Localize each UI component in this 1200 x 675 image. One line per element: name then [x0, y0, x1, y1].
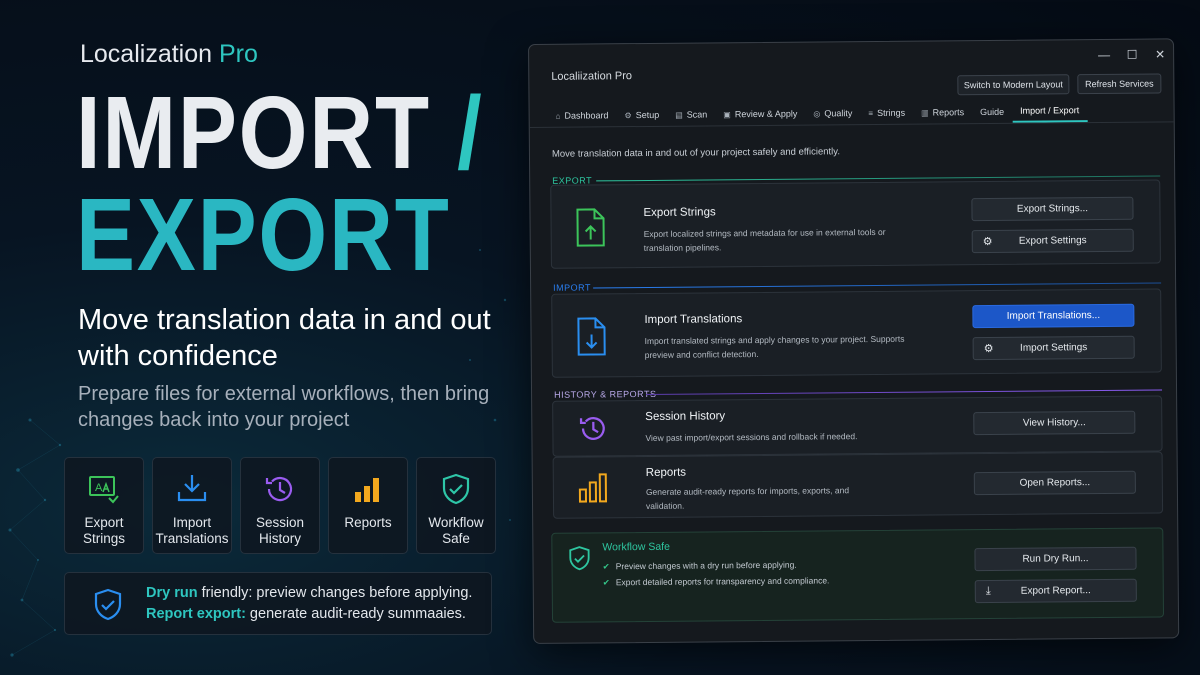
download-icon: ⤓: [985, 584, 991, 598]
export-card: Export Strings Export localized strings …: [550, 179, 1161, 269]
quality-icon: ◎: [813, 108, 821, 119]
workflow-safe-panel: Workflow Safe ✔ Preview changes with a dr…: [551, 527, 1165, 623]
tab-reports[interactable]: ▥ Reports: [913, 101, 972, 124]
check-icon: ✔: [602, 577, 610, 588]
history-icon: [579, 417, 605, 440]
tab-dashboard[interactable]: ⌂ Dashboard: [548, 104, 617, 127]
bar-chart-icon: [578, 473, 608, 503]
info-line-dry-run: Dry run friendly: preview changes before…: [146, 585, 473, 601]
session-history-title: Session History: [645, 410, 726, 423]
shield-check-icon: [442, 473, 470, 505]
reports-desc: Generate audit-ready reports for imports…: [645, 485, 850, 511]
workflow-item: ✔ Export detailed reports for transparenc…: [602, 575, 830, 588]
feature-label: Reports: [344, 515, 392, 530]
feature-label: Workflow Safe: [428, 515, 484, 546]
reports-title: Reports: [645, 466, 687, 479]
bar-chart-icon: [355, 478, 379, 502]
feature-card-import-translations: Import Translations: [152, 457, 232, 554]
tab-quality[interactable]: ◎ Quality: [805, 102, 860, 124]
check-icon: ✔: [602, 561, 610, 572]
brand-main: Localization: [80, 40, 213, 68]
subheadline: Prepare files for external workflows, th…: [78, 383, 490, 431]
scan-icon: ▤: [675, 110, 683, 120]
feature-cards: A Export Strings Import Translations Ses…: [64, 457, 496, 554]
headline: Move translation data in and out with co…: [78, 304, 491, 372]
export-strings-title: Export Strings: [643, 206, 716, 219]
strings-icon: ≡: [868, 108, 874, 118]
shield-check-icon: [94, 588, 122, 621]
hero-line2: EXPORT: [76, 177, 451, 292]
workflow-safe-title: Workflow Safe: [602, 540, 670, 554]
gear-icon: ⚙: [982, 235, 993, 249]
import-translations-desc: Import translated strings and apply chan…: [644, 333, 905, 360]
export-strings-button[interactable]: Export Strings...: [971, 196, 1134, 222]
close-button[interactable]: ✕: [1149, 47, 1171, 61]
file-download-icon: [577, 317, 606, 356]
download-icon: [177, 475, 207, 502]
tab-guide[interactable]: Guide: [972, 101, 1012, 123]
refresh-services-button[interactable]: Refresh Services: [1077, 73, 1162, 95]
brand-accent: Pro: [218, 40, 258, 68]
section-label-history-reports: HISTORY & REPORTS: [554, 388, 657, 400]
brand-title: Localization Pro: [80, 40, 258, 69]
tab-setup[interactable]: ⚙ Setup: [616, 104, 667, 126]
reports-icon: ▥: [921, 108, 929, 118]
tab-import-export[interactable]: Import / Export: [1012, 100, 1088, 123]
import-translations-button[interactable]: Import Translations...: [972, 303, 1135, 329]
maximize-button[interactable]: ☐: [1121, 48, 1143, 62]
minimize-button[interactable]: —: [1093, 48, 1115, 62]
info-box: Dry run friendly: preview changes before…: [64, 572, 492, 635]
home-icon: ⌂: [555, 111, 561, 121]
export-report-button[interactable]: ⤓ Export Report...: [974, 578, 1137, 604]
session-history-card: Session History View past import/export …: [552, 395, 1163, 457]
gear-icon: ⚙: [624, 110, 632, 120]
export-strings-desc: Export localized strings and metadata fo…: [643, 226, 886, 253]
section-label-import: IMPORT: [553, 282, 592, 293]
file-upload-icon: [576, 208, 605, 247]
view-history-button[interactable]: View History...: [973, 410, 1136, 436]
gear-icon: ⚙: [983, 342, 994, 356]
section-divider: [593, 282, 1162, 289]
shield-check-icon: [569, 546, 590, 571]
workflow-item: ✔ Preview changes with a dry run before a…: [602, 559, 797, 572]
window-title: Localiization Pro: [551, 70, 633, 83]
page-intro: Move translation data in and out of your…: [551, 146, 840, 160]
hero-slash: /: [457, 75, 484, 190]
history-icon: [265, 476, 293, 502]
hero-title: IMPORT / EXPORT: [76, 81, 483, 292]
feature-card-session-history: Session History: [240, 457, 320, 554]
switch-modern-layout-button[interactable]: Switch to Modern Layout: [957, 74, 1070, 96]
feature-card-reports: Reports: [328, 457, 408, 554]
app-window: Localiization Pro — ☐ ✕ Switch to Modern…: [528, 38, 1180, 644]
import-translations-title: Import Translations: [644, 313, 743, 326]
reports-card: Reports Generate audit-ready reports for…: [552, 451, 1164, 519]
svg-text:A: A: [95, 482, 103, 494]
feature-label: Import Translations: [155, 515, 229, 546]
review-icon: ▣: [723, 109, 731, 119]
tab-strings[interactable]: ≡ Strings: [860, 102, 913, 124]
tab-review-apply[interactable]: ▣ Review & Apply: [715, 103, 805, 126]
run-dry-run-button[interactable]: Run Dry Run...: [974, 546, 1137, 572]
feature-label: Export Strings: [82, 515, 126, 546]
feature-card-workflow-safe: Workflow Safe: [416, 457, 496, 554]
feature-label: Session History: [255, 515, 305, 546]
open-reports-button[interactable]: Open Reports...: [973, 470, 1136, 496]
tab-scan[interactable]: ▤ Scan: [667, 103, 715, 125]
import-card: Import Translations Import translated st…: [551, 288, 1162, 378]
hero-line1: IMPORT: [76, 75, 431, 190]
feature-card-export-strings: A Export Strings: [64, 457, 144, 554]
session-history-desc: View past import/export sessions and rol…: [645, 431, 858, 443]
info-line-report-export: Report export: generate audit-ready summ…: [146, 606, 466, 622]
export-settings-button[interactable]: ⚙ Export Settings: [971, 228, 1134, 254]
section-divider: [646, 389, 1163, 395]
export-strings-icon: A: [89, 476, 119, 504]
import-settings-button[interactable]: ⚙ Import Settings: [972, 335, 1135, 361]
